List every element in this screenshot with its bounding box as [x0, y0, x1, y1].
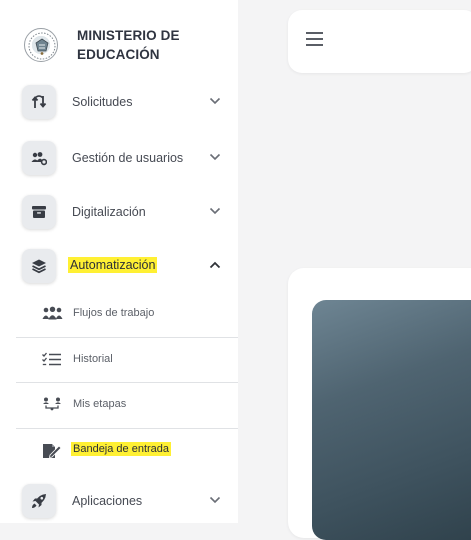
chevron-up-icon[interactable]: [209, 261, 221, 269]
sidebar-item-label: Automatización: [68, 257, 158, 273]
brand-title: MINISTERIO DE EDUCACIÓN: [77, 26, 227, 64]
archive-box-icon: [22, 195, 56, 229]
chevron-down-icon[interactable]: [209, 496, 221, 504]
submenu-item-mis-etapas[interactable]: Mis etapas: [42, 383, 238, 427]
submenu-item-label: Historial: [73, 353, 113, 365]
users-cog-icon: [22, 141, 56, 175]
sidebar-item-aplicaciones[interactable]: Aplicaciones: [22, 484, 227, 518]
sidebar-item-automatizacion[interactable]: Automatización: [22, 249, 227, 283]
exchange-arrows-icon: [22, 85, 56, 119]
sidebar-item-solicitudes[interactable]: Solicitudes: [22, 85, 227, 119]
brand-title-line1: MINISTERIO DE: [77, 28, 180, 43]
top-navbar: [288, 10, 471, 73]
sidebar-item-label: Gestión de usuarios: [72, 151, 184, 165]
brand-title-line2: EDUCACIÓN: [77, 47, 160, 62]
chevron-down-icon[interactable]: [209, 97, 221, 105]
sidebar-item-digitalizacion[interactable]: Digitalización: [22, 195, 227, 229]
submenu-item-flujos-trabajo[interactable]: Flujos de trabajo: [42, 292, 238, 336]
sidebar-item-label: Digitalización: [72, 205, 146, 219]
brand-header[interactable]: MINISTERIO DE EDUCACIÓN: [20, 24, 230, 68]
submenu-item-label: Mis etapas: [73, 398, 127, 410]
chevron-down-icon[interactable]: [209, 207, 221, 215]
user-steps-icon: [43, 397, 61, 411]
submenu-item-historial[interactable]: Historial: [42, 338, 238, 382]
ministry-seal-icon: [24, 28, 58, 62]
file-signature-icon: [43, 444, 62, 459]
submenu-item-label: Bandeja de entrada: [71, 442, 172, 456]
sidebar-item-label: Aplicaciones: [72, 494, 143, 508]
sidebar-item-label: Solicitudes: [72, 95, 133, 109]
content-card: [288, 268, 471, 540]
people-group-icon: [42, 306, 63, 320]
card-image: [312, 300, 471, 540]
sidebar: MINISTERIO DE EDUCACIÓN Solicitudes Gest…: [0, 0, 238, 523]
rocket-icon: [22, 484, 56, 518]
submenu-item-label: Flujos de trabajo: [73, 307, 155, 319]
sidebar-item-gestion-usuarios[interactable]: Gestión de usuarios: [22, 141, 227, 175]
hamburger-menu-icon[interactable]: [306, 32, 326, 48]
checklist-icon: [42, 352, 61, 366]
chevron-down-icon[interactable]: [209, 153, 221, 161]
layers-icon: [22, 249, 56, 283]
submenu-item-bandeja-entrada[interactable]: Bandeja de entrada: [42, 429, 238, 473]
